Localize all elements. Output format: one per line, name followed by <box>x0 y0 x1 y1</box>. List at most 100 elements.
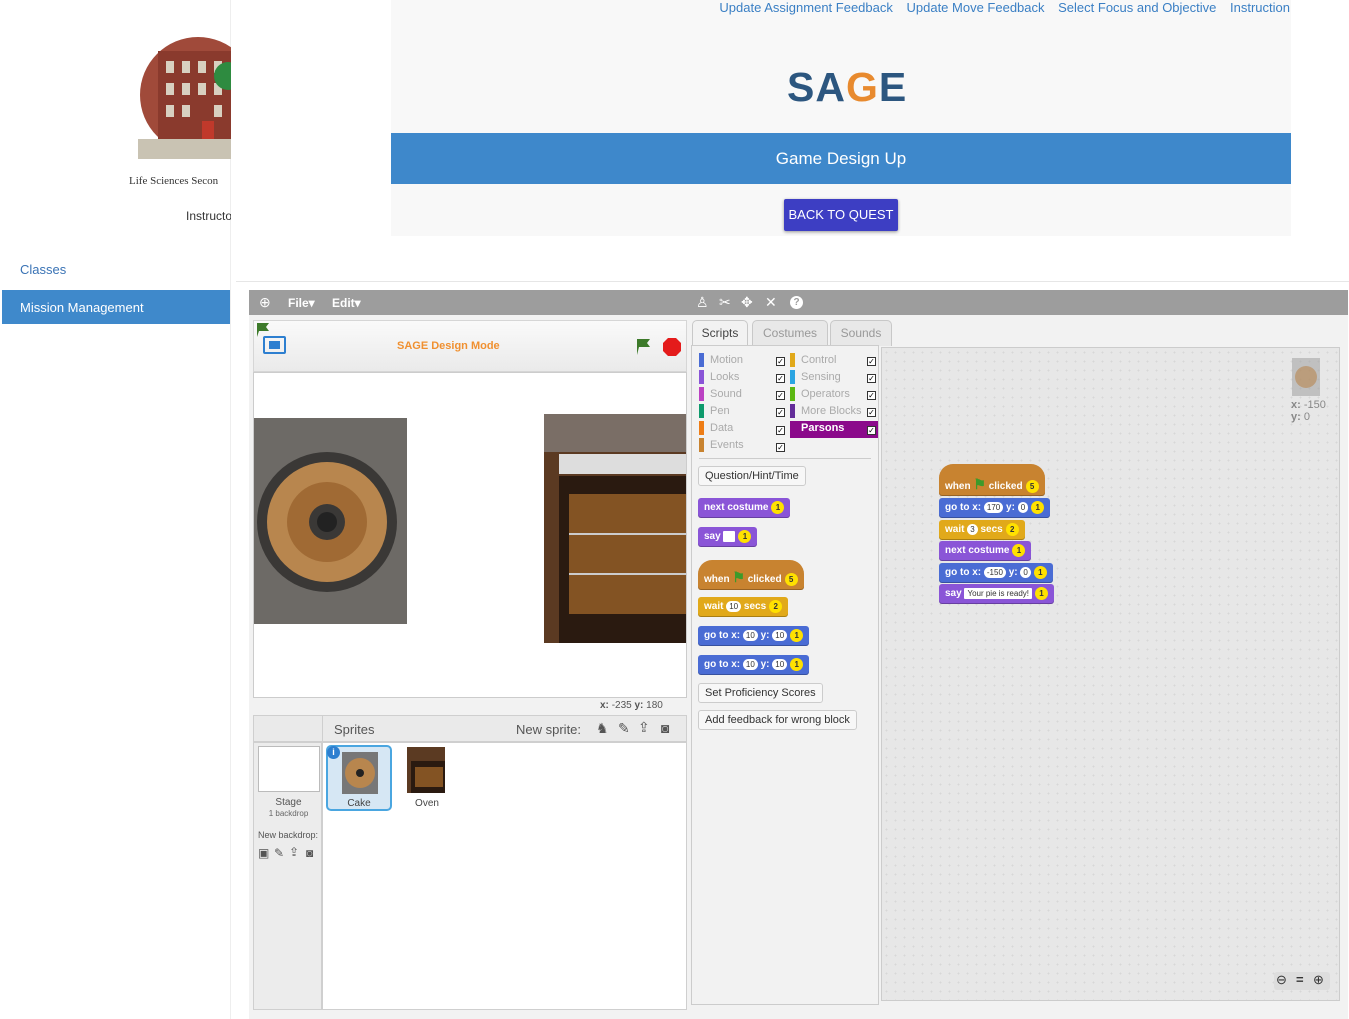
zoom-out-icon[interactable]: ⊖ <box>1276 972 1287 988</box>
upload-icon[interactable]: ⇪ <box>638 719 650 736</box>
checkbox[interactable]: ✓ <box>867 374 876 383</box>
script-go-to[interactable]: go to x: -150 y: 01 <box>939 563 1053 583</box>
checkbox[interactable]: ✓ <box>776 357 785 366</box>
category-parsons[interactable]: Parsons <box>790 421 878 438</box>
checkbox[interactable]: ✓ <box>776 408 785 417</box>
sidebar-item-mission-management[interactable]: Mission Management <box>2 290 230 324</box>
checkbox[interactable]: ✓ <box>776 391 785 400</box>
backdrop-paint-icon[interactable]: ✎ <box>274 846 284 860</box>
set-proficiency-scores-button[interactable]: Set Proficiency Scores <box>698 683 823 703</box>
checkbox[interactable]: ✓ <box>776 426 785 435</box>
checkbox[interactable]: ✓ <box>867 357 876 366</box>
zoom-in-icon[interactable]: ⊕ <box>1313 972 1324 988</box>
sprite-list: i Cake Oven <box>322 742 687 1010</box>
sprite-name: Oven <box>415 798 439 809</box>
back-to-quest-button[interactable]: BACK TO QUEST <box>784 199 898 231</box>
edit-menu[interactable]: Edit▾ <box>332 296 361 310</box>
tab-sounds[interactable]: Sounds <box>830 320 892 346</box>
tab-scripts[interactable]: Scripts <box>692 320 748 346</box>
script-when-flag-clicked[interactable]: when ⚑ clicked 5 <box>939 464 1045 496</box>
block-wait[interactable]: wait 10 secs 2 <box>698 597 789 617</box>
block-say[interactable]: say 1 <box>698 527 758 547</box>
shrink-icon[interactable]: ✕ <box>765 294 777 311</box>
category-sensing[interactable]: Sensing <box>790 370 878 387</box>
tab-costumes[interactable]: Costumes <box>752 320 828 346</box>
help-icon[interactable]: ? <box>790 296 803 309</box>
instruction-link[interactable]: Instruction <box>1230 0 1290 15</box>
file-menu[interactable]: File▾ <box>288 296 315 310</box>
category-control[interactable]: Control <box>790 353 878 370</box>
category-looks[interactable]: Looks <box>699 370 744 387</box>
block-next-costume[interactable]: next costume 1 <box>698 498 791 518</box>
add-feedback-button[interactable]: Add feedback for wrong block <box>698 710 857 730</box>
backdrop-count: 1 backdrop <box>268 809 309 818</box>
select-focus-link[interactable]: Select Focus and Objective <box>1058 0 1216 15</box>
sidebar-item-classes[interactable]: Classes <box>2 252 230 286</box>
school-logo <box>128 21 231 169</box>
new-backdrop-label: New backdrop: <box>258 830 319 840</box>
stage-coords: x: -235 y: 180 <box>600 700 663 711</box>
checkbox[interactable]: ✓ <box>867 391 876 400</box>
cut-icon[interactable]: ✂ <box>719 294 731 311</box>
divider <box>236 281 1349 282</box>
page-title: Game Design Up <box>391 133 1291 184</box>
sprite-tile-oven[interactable]: Oven <box>403 745 469 811</box>
editor-topbar: ⊕ File▾ Edit▾ ♙ ✂ ✥ ✕ ? <box>249 290 1348 315</box>
block-when-flag-clicked[interactable]: when ⚑ clicked 5 <box>698 560 804 590</box>
library-icon[interactable]: ♞ <box>596 720 609 737</box>
question-hint-time-button[interactable]: Question/Hint/Time <box>698 466 806 486</box>
checkbox[interactable]: ✓ <box>867 408 876 417</box>
checkbox[interactable]: ✓ <box>776 374 785 383</box>
sprite-x-coord: x: -150 <box>1291 399 1326 411</box>
script-say[interactable]: say Your pie is ready! 1 <box>939 584 1054 604</box>
category-motion[interactable]: Motion <box>699 353 744 370</box>
stop-icon[interactable] <box>662 337 682 357</box>
scratch-editor: ⊕ File▾ Edit▾ ♙ ✂ ✥ ✕ ? SAGE Design Mode <box>249 290 1348 1019</box>
script-go-to[interactable]: go to x: 170 y: 01 <box>939 498 1051 518</box>
sage-logo: SAGE <box>787 64 908 110</box>
category-operators[interactable]: Operators <box>790 387 878 404</box>
category-list-left: Motion Looks Sound Pen Data Events <box>699 353 744 455</box>
user-role: Instructo <box>186 209 231 223</box>
paint-icon[interactable]: ✎ <box>618 720 630 737</box>
sprite-tile-cake[interactable]: i Cake <box>326 745 392 811</box>
backdrop-library-icon[interactable]: ▣ <box>258 846 269 860</box>
script-wait[interactable]: wait 3 secs 2 <box>939 520 1025 540</box>
category-more-blocks[interactable]: More Blocks <box>790 404 878 421</box>
info-icon[interactable]: i <box>327 746 340 759</box>
sprites-title: Sprites <box>334 722 375 737</box>
block-go-to[interactable]: go to x: 10 y: 10 1 <box>698 655 810 675</box>
category-list-right: Control Sensing Operators More Blocks Pa… <box>790 353 878 438</box>
category-data[interactable]: Data <box>699 421 744 438</box>
camera-icon[interactable]: ◙ <box>661 720 669 736</box>
stage-thumbnail[interactable] <box>258 746 320 792</box>
category-sound[interactable]: Sound <box>699 387 744 404</box>
zoom-controls: ⊖ = ⊕ <box>1274 972 1330 990</box>
script-next-costume[interactable]: next costume 1 <box>939 541 1032 561</box>
globe-icon[interactable]: ⊕ <box>259 294 271 311</box>
zoom-reset-icon[interactable]: = <box>1296 972 1304 987</box>
cake-sprite[interactable] <box>254 418 407 624</box>
stage-column: Stage 1 backdrop New backdrop: ▣ ✎ ⇪ ◙ <box>253 742 322 1010</box>
update-move-feedback-link[interactable]: Update Move Feedback <box>906 0 1044 15</box>
oven-sprite[interactable] <box>544 414 687 643</box>
grow-icon[interactable]: ✥ <box>741 294 753 311</box>
backdrop-upload-icon[interactable]: ⇪ <box>289 845 299 859</box>
stage-canvas[interactable] <box>253 372 687 698</box>
top-links: Update Assignment Feedback Update Move F… <box>709 0 1290 15</box>
category-events[interactable]: Events <box>699 438 744 455</box>
design-mode-label: SAGE Design Mode <box>397 340 500 352</box>
stamp-icon[interactable]: ♙ <box>696 294 709 311</box>
fullscreen-icon[interactable] <box>263 336 286 354</box>
block-go-to[interactable]: go to x: 10 y: 10 1 <box>698 626 810 646</box>
script-area[interactable]: x: -150 y: 0 when ⚑ clicked 5 go to x: 17… <box>881 347 1340 1001</box>
sprites-header: Sprites New sprite: ♞ ✎ ⇪ ◙ <box>253 715 687 742</box>
divider <box>699 458 871 459</box>
checkbox[interactable]: ✓ <box>776 443 785 452</box>
green-flag-icon[interactable] <box>634 337 654 357</box>
update-assignment-feedback-link[interactable]: Update Assignment Feedback <box>719 0 892 15</box>
backdrop-camera-icon[interactable]: ◙ <box>306 846 313 860</box>
category-pen[interactable]: Pen <box>699 404 744 421</box>
checkbox[interactable]: ✓ <box>867 426 876 435</box>
new-sprite-label: New sprite: <box>516 722 582 737</box>
